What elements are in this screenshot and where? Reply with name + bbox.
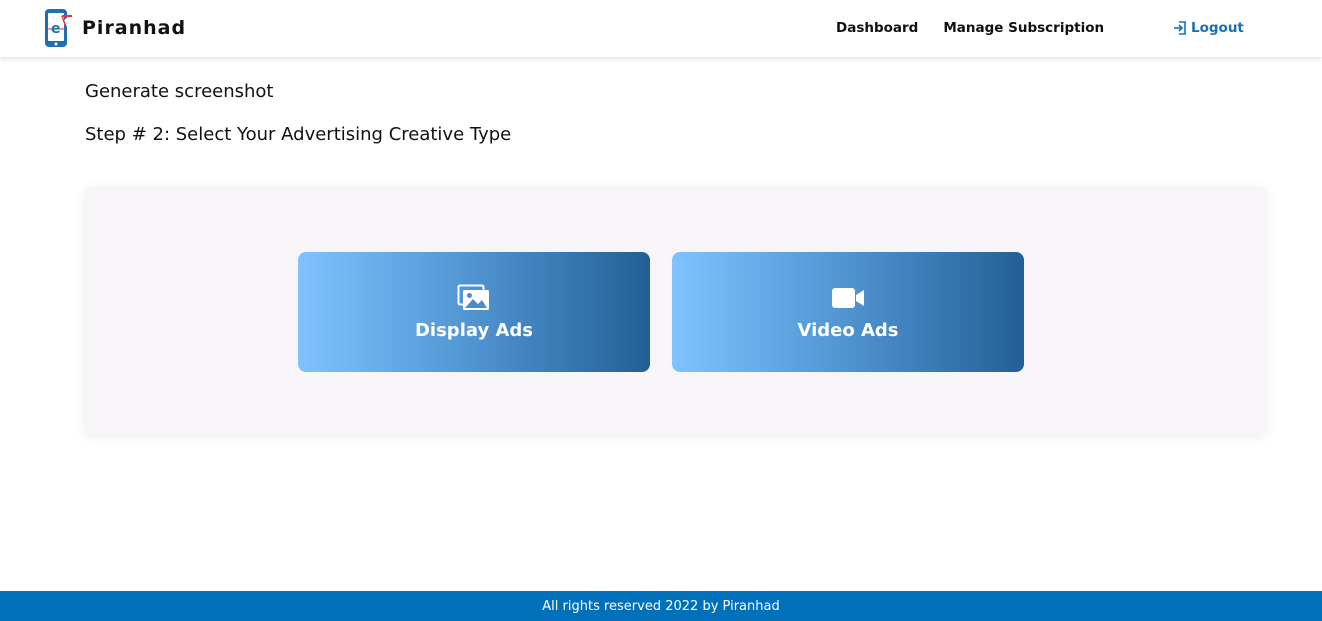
nav-link-manage-subscription[interactable]: Manage Subscription [943,20,1104,36]
images-icon [457,284,489,310]
top-navbar: e Piranhad Dashboard Manage Subscription… [0,0,1322,57]
step-heading: Step # 2: Select Your Advertising Creati… [85,124,512,145]
video-ads-label: Video Ads [797,319,899,341]
logout-label: Logout [1191,20,1244,36]
logout-link[interactable]: Logout [1173,20,1244,36]
video-ads-button[interactable]: Video Ads [672,252,1024,372]
brand-home-link[interactable]: e Piranhad [44,7,186,49]
footer: All rights reserved 2022 by Piranhad [0,591,1322,621]
video-camera-icon [832,287,864,308]
display-ads-label: Display Ads [414,319,533,341]
footer-copyright: All rights reserved 2022 by Piranhad [542,598,780,614]
nav-link-dashboard[interactable]: Dashboard [836,20,918,36]
logo-letter: e [51,21,61,37]
logout-icon [1174,21,1186,35]
brand-name: Piranhad [82,17,187,39]
display-ads-button[interactable]: Display Ads [298,252,650,372]
piranhad-logo-icon: e [45,9,72,47]
creative-type-panel: Display Ads Video Ads [85,187,1266,435]
page-title: Generate screenshot [85,81,274,102]
main-nav: Dashboard Manage Subscription [836,20,1104,36]
